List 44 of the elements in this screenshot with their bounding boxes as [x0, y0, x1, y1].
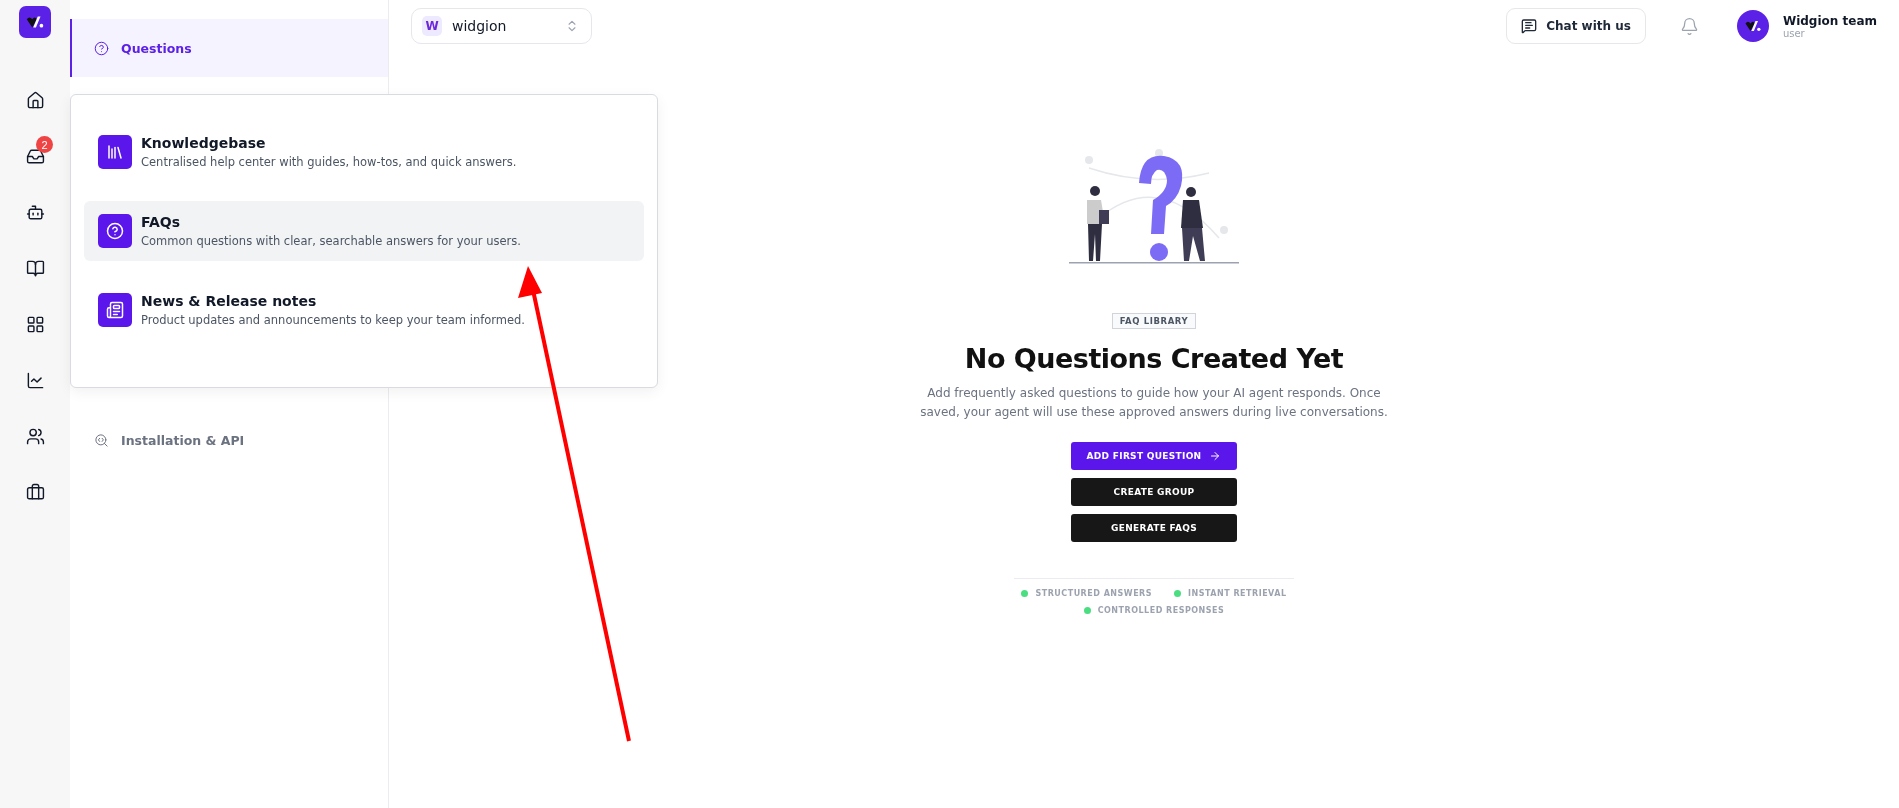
bot-icon [25, 202, 45, 222]
feature-label: CONTROLLED RESPONSES [1097, 606, 1225, 615]
sidebar-item[interactable]: Questions [70, 19, 388, 77]
feature-label: INSTANT RETRIEVAL [1188, 589, 1287, 598]
sidebar-item[interactable]: Installation & API [70, 414, 388, 466]
news-icon [98, 293, 132, 328]
chat-button[interactable]: Chat with us [1506, 8, 1646, 44]
menu-item-title: FAQs [141, 214, 182, 230]
app-logo[interactable] [19, 6, 51, 38]
feature-label: STRUCTURED ANSWERS [1035, 589, 1153, 598]
empty-title: No Questions Created Yet [964, 343, 1344, 374]
apps-icon [25, 314, 45, 334]
search-icon [94, 432, 109, 448]
user-name: Widgion team [1782, 13, 1877, 28]
count-badge: 2 [36, 136, 53, 153]
chart-icon [25, 370, 45, 390]
menu-item[interactable]: Knowledgebase Centralised help center with guides, how-tos, and quick answers. [84, 122, 644, 182]
menu-item-title: Knowledgebase [141, 134, 267, 151]
users-icon [25, 426, 45, 446]
menu-item[interactable]: News & Release notes Product updates and announcements to keep your team informed. [84, 280, 644, 340]
book-icon [25, 258, 45, 278]
question-icon [98, 214, 132, 248]
user-avatar[interactable] [1736, 10, 1769, 42]
user-role: user [1782, 27, 1805, 39]
menu-item-title: News & Release notes [141, 293, 318, 310]
home-icon [25, 90, 45, 110]
empty-description: Add frequently asked questions to guide how your AI agent responds. Once saved, your agent will use these approved answers during live conversations. [919, 385, 1389, 421]
bell-icon [1679, 16, 1699, 36]
library-icon [98, 134, 132, 169]
arrow-icon [1209, 450, 1222, 462]
action-button[interactable]: GENERATE FAQS [1071, 514, 1237, 542]
workspace-selector[interactable]: W widgion [411, 8, 592, 44]
briefcase-icon [25, 482, 45, 502]
question-icon [94, 40, 109, 56]
workspace-initial: W [422, 16, 442, 36]
menu-item-description: Common questions with clear, searchable answers for your users. [141, 234, 521, 248]
action-button[interactable]: ADD FIRST QUESTION [1071, 442, 1237, 470]
chat-icon [1521, 18, 1538, 34]
menu-item[interactable]: FAQs Common questions with clear, searchable answers for your users. [84, 201, 644, 261]
menu-item-description: Centralised help center with guides, how-tos, and quick answers. [141, 154, 517, 169]
section-tag: FAQ LIBRARY [1111, 313, 1197, 329]
menu-item-description: Product updates and announcements to keep your team informed. [141, 313, 526, 328]
inbox-nav-button[interactable]: 2 [15, 136, 55, 176]
action-button[interactable]: CREATE GROUP [1071, 478, 1237, 506]
